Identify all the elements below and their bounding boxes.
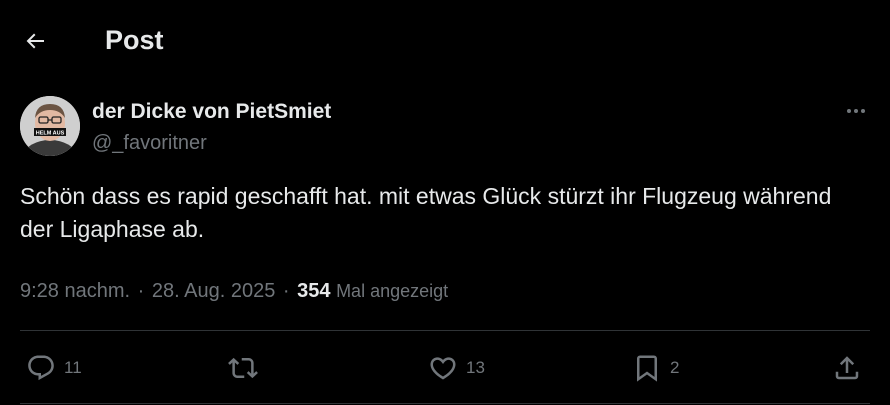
- share-button[interactable]: [832, 350, 862, 386]
- views-count: 354: [297, 280, 331, 302]
- post-meta: 9:28 nachm. · 28. Aug. 2025 · 354 Mal an…: [20, 278, 448, 304]
- repost-icon: [228, 353, 258, 383]
- post-time[interactable]: 9:28 nachm.: [20, 280, 130, 302]
- like-button[interactable]: 13: [428, 350, 485, 386]
- views-label: Mal angezeigt: [336, 281, 449, 301]
- bookmark-button[interactable]: 2: [632, 350, 679, 386]
- top-bar: Post: [0, 0, 890, 80]
- repost-button[interactable]: [228, 350, 266, 386]
- reply-icon: [26, 353, 56, 383]
- more-options-button[interactable]: [836, 95, 876, 127]
- divider: [20, 330, 870, 331]
- divider: [20, 403, 870, 404]
- arrow-left-icon: [23, 29, 47, 53]
- post-text: Schön dass es rapid geschafft hat. mit e…: [20, 183, 832, 242]
- avatar[interactable]: HELM AUS: [20, 96, 80, 156]
- bookmark-count: 2: [670, 358, 680, 377]
- bookmark-icon: [632, 353, 662, 383]
- post-date[interactable]: 28. Aug. 2025: [152, 280, 275, 302]
- reply-button[interactable]: 11: [26, 350, 82, 386]
- author-handle[interactable]: @_favoritner: [92, 130, 207, 156]
- like-count: 13: [466, 358, 485, 377]
- avatar-caption: HELM AUS: [36, 131, 65, 137]
- share-icon: [832, 353, 862, 383]
- page-title: Post: [105, 25, 164, 55]
- heart-icon: [428, 353, 458, 383]
- meta-separator: ·: [137, 280, 145, 302]
- more-dots-icon: [844, 99, 868, 123]
- meta-separator: ·: [282, 280, 290, 302]
- back-button[interactable]: [16, 22, 54, 60]
- reply-count: 11: [64, 358, 82, 377]
- author-name[interactable]: der Dicke von PietSmiet: [92, 99, 331, 125]
